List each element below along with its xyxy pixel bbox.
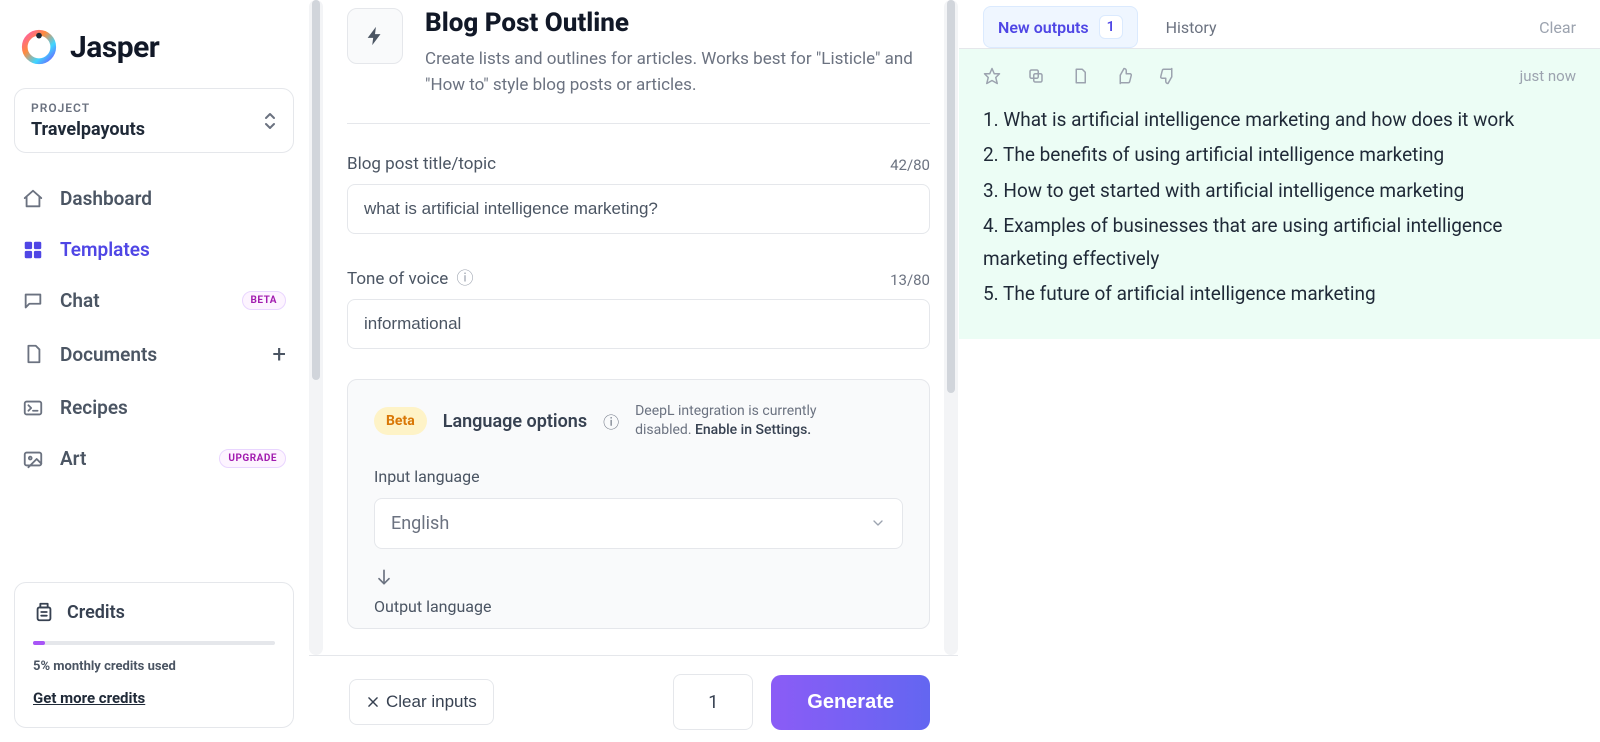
- output-card: just now 1. What is artificial intellige…: [959, 49, 1600, 339]
- home-icon: [22, 188, 44, 210]
- project-label: PROJECT: [31, 101, 145, 115]
- nav-label: Art: [60, 447, 203, 470]
- new-outputs-count: 1: [1099, 15, 1123, 39]
- template-form: Blog post title/topic 42/80 Tone of voic…: [347, 123, 930, 629]
- copy-icon[interactable]: [1027, 67, 1045, 85]
- list-item: 2. The benefits of using artificial inte…: [983, 138, 1576, 171]
- x-icon: [366, 695, 380, 709]
- template-header: Blog Post Outline Create lists and outli…: [347, 0, 930, 123]
- chevron-down-icon: [870, 515, 886, 531]
- nav-label: Recipes: [60, 396, 286, 419]
- char-count: 13/80: [890, 271, 930, 289]
- output-toolbar: just now: [983, 67, 1576, 85]
- beta-chip: Beta: [374, 407, 427, 435]
- credits-icon: [33, 601, 55, 623]
- credits-progress: [33, 641, 275, 645]
- credits-card: Credits 5% monthly credits used Get more…: [14, 582, 294, 728]
- template-panel: Blog Post Outline Create lists and outli…: [308, 0, 958, 742]
- nav-list: Dashboard Templates Chat BETA Documents …: [14, 173, 294, 484]
- terminal-icon: [22, 397, 44, 419]
- project-switcher[interactable]: PROJECT Travelpayouts: [14, 88, 294, 153]
- arrow-down-icon: [374, 567, 903, 587]
- get-more-credits-link[interactable]: Get more credits: [33, 689, 145, 707]
- nav-label: Chat: [60, 289, 226, 312]
- template-icon-box: [347, 8, 403, 64]
- template-description: Create lists and outlines for articles. …: [425, 46, 925, 99]
- enable-settings-link[interactable]: Enable in Settings.: [695, 422, 811, 438]
- list-item: 3. How to get started with artificial in…: [983, 174, 1576, 207]
- input-language-label: Input language: [374, 467, 903, 486]
- output-language-label: Output language: [374, 597, 903, 616]
- field-title: Blog post title/topic 42/80: [347, 154, 930, 234]
- image-icon: [22, 448, 44, 470]
- nav-art[interactable]: Art UPGRADE: [14, 433, 294, 484]
- jasper-logo-icon: [20, 28, 58, 66]
- tone-input[interactable]: [347, 299, 930, 349]
- list-item: 5. The future of artificial intelligence…: [983, 277, 1576, 310]
- thumbs-up-icon[interactable]: [1115, 67, 1133, 85]
- output-tabs: New outputs 1 History Clear: [959, 0, 1600, 49]
- nav-documents[interactable]: Documents +: [14, 326, 294, 382]
- generate-button[interactable]: Generate: [771, 675, 930, 730]
- credits-progress-fill: [33, 641, 45, 645]
- input-language-select[interactable]: English: [374, 498, 903, 549]
- language-options-card: Beta Language options ⓘ DeepL integratio…: [347, 379, 930, 629]
- tab-history[interactable]: History: [1166, 18, 1217, 37]
- app-name: Jasper: [70, 30, 159, 65]
- output-list: 1. What is artificial intelligence marke…: [983, 103, 1576, 311]
- chevron-updown-icon: [263, 111, 277, 131]
- tab-new-outputs[interactable]: New outputs 1: [983, 6, 1138, 48]
- clear-inputs-label: Clear inputs: [386, 692, 477, 712]
- scrollbar[interactable]: [309, 0, 323, 655]
- field-label: Tone of voice ⓘ: [347, 264, 474, 289]
- template-footer: Clear inputs 1 Generate: [309, 655, 958, 742]
- upgrade-badge: UPGRADE: [219, 449, 286, 468]
- language-options-title: Language options: [443, 411, 587, 432]
- list-item: 1. What is artificial intelligence marke…: [983, 103, 1576, 136]
- clear-inputs-button[interactable]: Clear inputs: [349, 679, 494, 725]
- quantity-input[interactable]: 1: [673, 674, 753, 730]
- credits-title: Credits: [67, 602, 125, 623]
- document-icon[interactable]: [1071, 67, 1089, 85]
- clear-outputs-link[interactable]: Clear: [1539, 18, 1576, 37]
- beta-badge: BETA: [242, 291, 287, 310]
- nav-dashboard[interactable]: Dashboard: [14, 173, 294, 224]
- list-item: 4. Examples of businesses that are using…: [983, 209, 1576, 276]
- grid-icon: [22, 239, 44, 261]
- title-input[interactable]: [347, 184, 930, 234]
- output-panel: New outputs 1 History Clear just now 1. …: [958, 0, 1600, 742]
- lightning-icon: [364, 25, 386, 47]
- nav-label: Templates: [60, 238, 286, 261]
- star-icon[interactable]: [983, 67, 1001, 85]
- scrollbar[interactable]: [944, 0, 958, 655]
- select-value: English: [391, 513, 449, 534]
- info-icon[interactable]: ⓘ: [457, 269, 474, 289]
- credits-subtext: 5% monthly credits used: [33, 659, 275, 674]
- info-icon[interactable]: ⓘ: [603, 409, 619, 433]
- nav-label: Dashboard: [60, 187, 286, 210]
- template-title: Blog Post Outline: [425, 8, 925, 38]
- document-icon: [22, 343, 44, 365]
- sidebar: Jasper PROJECT Travelpayouts Dashboard T…: [0, 0, 308, 742]
- nav-chat[interactable]: Chat BETA: [14, 275, 294, 326]
- nav-recipes[interactable]: Recipes: [14, 382, 294, 433]
- char-count: 42/80: [890, 156, 930, 174]
- field-label: Blog post title/topic: [347, 154, 496, 174]
- chat-icon: [22, 290, 44, 312]
- nav-label: Documents: [60, 343, 256, 366]
- add-document-button[interactable]: +: [272, 340, 286, 368]
- project-name: Travelpayouts: [31, 119, 145, 140]
- language-note: DeepL integration is currently disabled.…: [635, 402, 855, 441]
- app-logo[interactable]: Jasper: [14, 18, 294, 88]
- output-timestamp: just now: [1520, 67, 1576, 85]
- nav-templates[interactable]: Templates: [14, 224, 294, 275]
- field-tone: Tone of voice ⓘ 13/80: [347, 264, 930, 349]
- thumbs-down-icon[interactable]: [1159, 67, 1177, 85]
